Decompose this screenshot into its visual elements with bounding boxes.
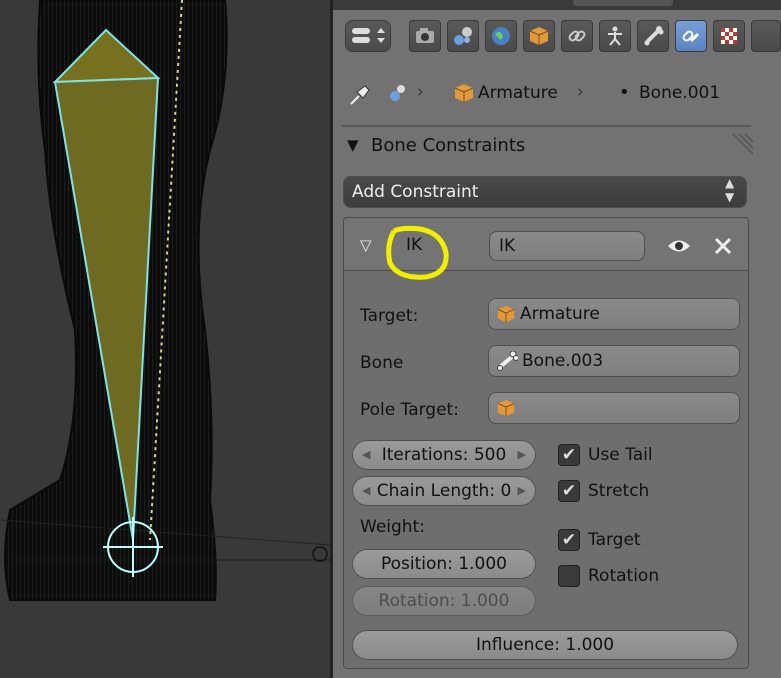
pole-target-field[interactable] — [488, 392, 740, 424]
constraint-name-value: IK — [499, 236, 516, 256]
texture-icon[interactable] — [713, 20, 745, 52]
panel-title: Bone Constraints — [371, 135, 526, 156]
target-label: Target: — [360, 306, 419, 326]
target-field[interactable]: Armature — [488, 298, 740, 330]
bone-field[interactable]: Bone.003 — [488, 345, 740, 377]
properties-tab-bar — [333, 16, 781, 62]
influence-label: Influence: 1.000 — [475, 635, 615, 655]
world-icon[interactable] — [485, 20, 517, 52]
target-value: Armature — [520, 304, 600, 324]
iterations-field[interactable]: ◀ Iterations: 500 ▶ — [352, 440, 536, 470]
bone-label: Bone — [360, 353, 404, 373]
breadcrumb-object: Armature — [478, 83, 558, 103]
yellow-highlight-circle — [386, 225, 449, 280]
display-mode-icon[interactable] — [345, 20, 391, 52]
weight-position-slider[interactable]: Position: 1.000 — [352, 549, 536, 579]
target-checkbox[interactable]: ✔ — [558, 529, 580, 551]
render-icon[interactable] — [409, 20, 441, 52]
increment-arrow-icon[interactable]: ▶ — [518, 476, 526, 506]
3d-viewport[interactable] — [0, 0, 330, 678]
checkmark-icon: ✔ — [561, 530, 577, 550]
checkmark-icon: ✔ — [561, 481, 577, 501]
target-check-label: Target — [588, 530, 641, 550]
bone-icon — [497, 351, 518, 371]
add-constraint-label: Add Constraint — [352, 182, 479, 202]
rotation-checkbox[interactable] — [558, 565, 580, 587]
checkmark-icon: ✔ — [561, 445, 577, 465]
bone-constraint-icon[interactable] — [675, 20, 707, 52]
weight-position-label: Position: 1.000 — [381, 554, 507, 574]
weight-rotation-slider: Rotation: 1.000 — [352, 586, 536, 616]
expand-triangle-icon[interactable]: ▽ — [360, 236, 372, 254]
weight-rotation-label: Rotation: 1.000 — [378, 591, 510, 611]
dropdown-arrows-icon: ▲ ▼ — [725, 176, 735, 204]
pole-target-label: Pole Target: — [360, 400, 459, 420]
object-cube-icon — [453, 82, 475, 108]
data-armature-icon[interactable] — [599, 20, 631, 52]
add-constraint-dropdown[interactable]: Add Constraint ▲ ▼ — [343, 176, 747, 208]
chain-length-field[interactable]: ◀ Chain Length: 0 ▶ — [352, 476, 536, 506]
eye-icon[interactable] — [666, 237, 692, 255]
viewport-scene — [0, 0, 330, 601]
iterations-label: Iterations: 500 — [381, 445, 507, 465]
constraint-name-field[interactable]: IK — [489, 231, 645, 261]
rotation-check-label: Rotation — [588, 566, 660, 586]
object-cube-icon — [497, 305, 515, 323]
breadcrumb: › Armature › • Bone.001 — [333, 72, 781, 116]
stretch-label: Stretch — [588, 481, 650, 501]
more-tabs-icon[interactable] — [751, 20, 781, 52]
pin-icon[interactable] — [347, 80, 375, 112]
decrement-arrow-icon[interactable]: ◀ — [362, 476, 370, 506]
breadcrumb-arrow: › — [417, 82, 424, 102]
stretch-checkbox[interactable]: ✔ — [558, 480, 580, 502]
weight-label: Weight: — [360, 517, 425, 537]
decrement-arrow-icon[interactable]: ◀ — [362, 440, 370, 470]
object-icon[interactable] — [523, 20, 555, 52]
bone-icon[interactable] — [637, 20, 669, 52]
object-cube-icon — [497, 399, 515, 417]
close-icon[interactable] — [712, 235, 734, 257]
properties-panel: › Armature › • Bone.001 ▼ Bone Constrain… — [333, 0, 781, 678]
influence-slider[interactable]: Influence: 1.000 — [352, 630, 738, 660]
breadcrumb-arrow-2: › — [577, 82, 584, 102]
collapse-arrow-icon[interactable]: ▼ — [347, 136, 359, 154]
bone-value: Bone.003 — [522, 351, 604, 371]
drag-handle-icon[interactable] — [729, 132, 755, 158]
bone-dot-icon: • — [619, 82, 630, 103]
use-tail-checkbox[interactable]: ✔ — [558, 444, 580, 466]
increment-arrow-icon[interactable]: ▶ — [518, 440, 526, 470]
chain-length-label: Chain Length: 0 — [376, 481, 512, 501]
breadcrumb-bone: Bone.001 — [639, 83, 721, 103]
render-layers-icon[interactable] — [447, 20, 479, 52]
armature-data-icon — [387, 82, 409, 108]
use-tail-label: Use Tail — [588, 445, 653, 465]
constraints-icon[interactable] — [561, 20, 593, 52]
ik-constraint-box: ▽ IK IK Target: Armature Bone Bone.003 P… — [343, 217, 749, 669]
